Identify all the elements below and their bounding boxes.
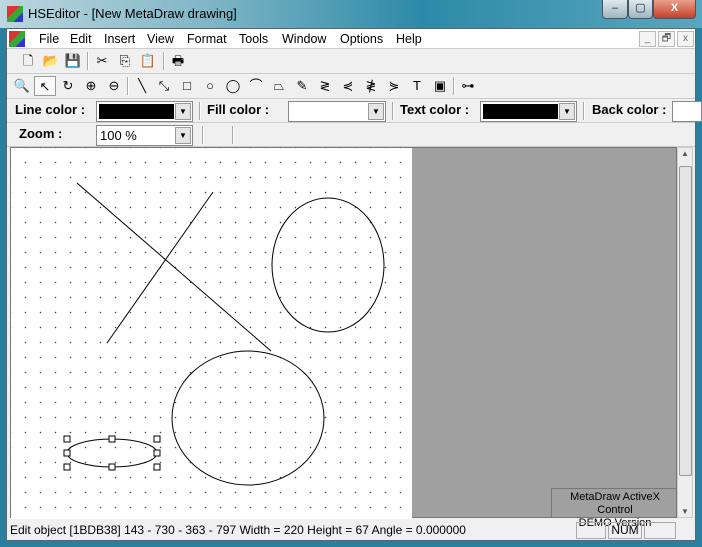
save-icon[interactable]: 💾	[62, 51, 84, 71]
zoom-out-icon[interactable]: ⊖	[103, 76, 125, 96]
vertical-scrollbar[interactable]: ▲ ▼	[677, 147, 693, 518]
doc-icon	[9, 31, 25, 47]
drawing-canvas[interactable]: MetaDraw ActiveX Control DEMO Version	[10, 147, 679, 529]
mdi-minimize-button[interactable]: _	[639, 31, 656, 47]
format-bar: Line color : ▼ Fill color : ▼ Text color…	[7, 99, 702, 123]
bezier-icon[interactable]: ≹	[360, 76, 382, 96]
fill-color-label: Fill color :	[207, 102, 270, 117]
close-button[interactable]: X	[653, 0, 696, 19]
drawing-page[interactable]	[11, 148, 412, 519]
title-bar: HSEditor - [New MetaDraw drawing] – ▢ X	[0, 0, 702, 28]
menu-format[interactable]: Format	[187, 32, 227, 46]
zoom-in-icon[interactable]: ⊕	[80, 76, 102, 96]
print-icon[interactable]: 🖶	[167, 51, 189, 71]
separator	[232, 126, 234, 144]
zoom-label: Zoom :	[19, 126, 63, 141]
menu-window[interactable]: Window	[282, 32, 326, 46]
line-icon[interactable]: ╲	[131, 76, 153, 96]
separator	[87, 52, 89, 70]
open-icon[interactable]: 📂	[40, 51, 62, 71]
draw-toolbar: 🔍 ↖ ↻ ⊕ ⊖ ╲ ⤡ □ ○ ◯ ⌒ ⏢ ✎ ≷ ⋞ ≹ ⋟ T ▣ ⊶	[7, 74, 695, 99]
main-window: File Edit Insert View Format Tools Windo…	[6, 28, 702, 541]
separator	[583, 102, 585, 120]
select-icon[interactable]: ↖	[34, 76, 56, 96]
menu-options[interactable]: Options	[340, 32, 383, 46]
new-icon[interactable]: 🗋	[17, 51, 39, 71]
copy-icon[interactable]: ⎘	[114, 51, 136, 71]
rotate-icon[interactable]: ↻	[57, 76, 79, 96]
menu-file[interactable]: File	[39, 32, 59, 46]
menu-bar: File Edit Insert View Format Tools Windo…	[7, 29, 695, 49]
text-icon[interactable]: T	[406, 76, 428, 96]
file-toolbar: 🗋 📂 💾 ✂ ⎘ 📋 🖶	[7, 49, 695, 74]
fill-color-dropdown[interactable]: ▼	[288, 101, 386, 122]
line-shape[interactable]	[106, 191, 214, 344]
separator	[392, 102, 394, 120]
paste-icon[interactable]: 📋	[137, 51, 159, 71]
connector-icon[interactable]: ⊶	[457, 76, 479, 96]
cut-icon[interactable]: ✂	[91, 51, 113, 71]
circle-icon[interactable]: ○	[199, 76, 221, 96]
zoom-value: 100 %	[100, 128, 137, 143]
line-color-dropdown[interactable]: ▼	[96, 101, 193, 122]
status-pane-num: NUM	[608, 522, 642, 539]
arc-icon[interactable]: ⌒	[245, 76, 267, 96]
status-bar: Edit object [1BDB38] 143 - 730 - 363 - 7…	[7, 519, 695, 541]
separator	[127, 77, 129, 95]
separator	[202, 126, 204, 144]
chevron-down-icon[interactable]: ▼	[175, 103, 191, 120]
watermark-line1: MetaDraw ActiveX Control	[570, 491, 660, 516]
mdi-close-button[interactable]: x	[677, 31, 694, 47]
chevron-down-icon[interactable]: ▼	[368, 103, 384, 120]
menu-tools[interactable]: Tools	[239, 32, 268, 46]
chevron-down-icon[interactable]: ▼	[175, 127, 191, 144]
curve-icon[interactable]: ⋞	[337, 76, 359, 96]
line-color-label: Line color :	[15, 102, 86, 117]
selected-ellipse-shape[interactable]	[66, 438, 158, 468]
polyline-icon[interactable]: ≷	[314, 76, 336, 96]
freehand-icon[interactable]: ✎	[291, 76, 313, 96]
zoom-dropdown[interactable]: 100 % ▼	[96, 125, 193, 146]
ellipse-shape[interactable]	[171, 350, 325, 486]
back-color-dropdown[interactable]	[672, 101, 702, 122]
maximize-button[interactable]: ▢	[628, 0, 653, 19]
line-shape[interactable]	[76, 182, 272, 352]
polygon-icon[interactable]: ⏢	[268, 76, 290, 96]
image-icon[interactable]: ▣	[429, 76, 451, 96]
rectangle-icon[interactable]: □	[176, 76, 198, 96]
separator	[199, 102, 201, 120]
scroll-thumb[interactable]	[679, 166, 692, 476]
window-title: HSEditor - [New MetaDraw drawing]	[28, 6, 237, 21]
app-icon	[7, 6, 23, 22]
scroll-up-icon[interactable]: ▲	[681, 149, 689, 158]
demo-watermark: MetaDraw ActiveX Control DEMO Version	[551, 488, 679, 529]
menu-insert[interactable]: Insert	[104, 32, 135, 46]
menu-edit[interactable]: Edit	[70, 32, 92, 46]
selection-handles[interactable]	[63, 435, 161, 471]
ellipse-icon[interactable]: ◯	[222, 76, 244, 96]
separator	[163, 52, 165, 70]
mdi-restore-button[interactable]: 🗗	[658, 31, 675, 47]
status-pane-caps	[576, 522, 606, 539]
zoom-bar: Zoom : 100 % ▼	[7, 123, 695, 147]
status-text: Edit object [1BDB38] 143 - 730 - 363 - 7…	[10, 523, 466, 537]
menu-help[interactable]: Help	[396, 32, 422, 46]
minimize-button[interactable]: –	[602, 0, 628, 19]
ellipse-shape[interactable]	[271, 197, 385, 333]
menu-view[interactable]: View	[147, 32, 174, 46]
spline-icon[interactable]: ⋟	[383, 76, 405, 96]
text-color-label: Text color :	[400, 102, 470, 117]
separator	[453, 77, 455, 95]
arrow-line-icon[interactable]: ⤡	[153, 76, 175, 96]
text-color-dropdown[interactable]: ▼	[480, 101, 577, 122]
zoom-tool-icon[interactable]: 🔍	[11, 76, 33, 96]
scroll-down-icon[interactable]: ▼	[681, 507, 689, 516]
back-color-label: Back color :	[592, 102, 667, 117]
chevron-down-icon[interactable]: ▼	[559, 103, 575, 120]
status-pane-scroll	[644, 522, 676, 539]
